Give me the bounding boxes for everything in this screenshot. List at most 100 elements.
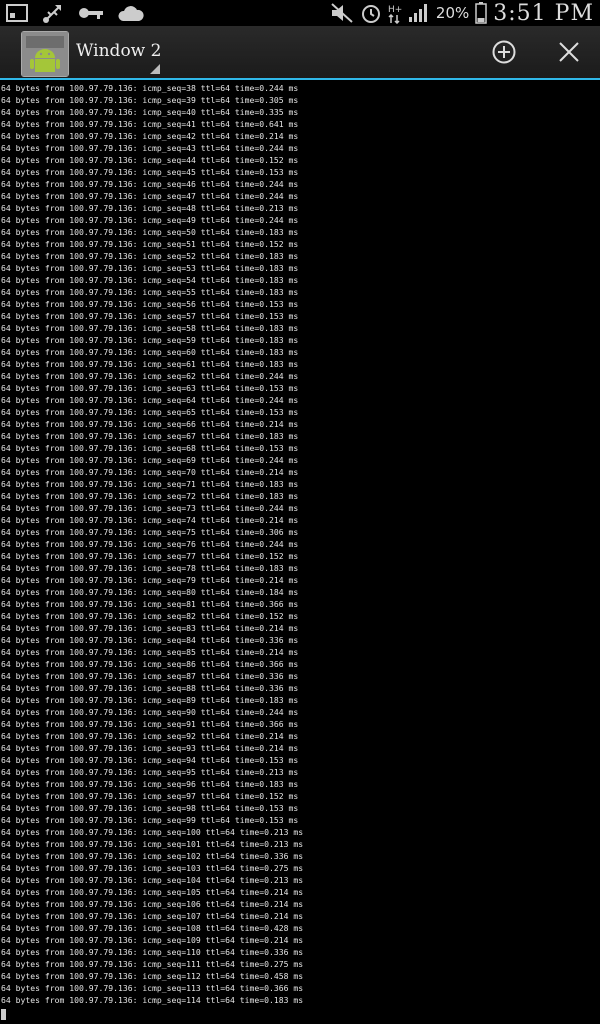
terminal-line: 64 bytes from 100.97.79.136: icmp_seq=59… xyxy=(1,335,299,345)
screen-icon xyxy=(6,4,28,22)
terminal-line: 64 bytes from 100.97.79.136: icmp_seq=10… xyxy=(1,863,304,873)
terminal-line: 64 bytes from 100.97.79.136: icmp_seq=57… xyxy=(1,311,299,321)
terminal-line: 64 bytes from 100.97.79.136: icmp_seq=73… xyxy=(1,503,299,513)
terminal-line: 64 bytes from 100.97.79.136: icmp_seq=11… xyxy=(1,971,304,981)
terminal-line: 64 bytes from 100.97.79.136: icmp_seq=84… xyxy=(1,635,299,645)
terminal-line: 64 bytes from 100.97.79.136: icmp_seq=65… xyxy=(1,407,299,417)
terminal-line: 64 bytes from 100.97.79.136: icmp_seq=78… xyxy=(1,563,299,573)
terminal-line: 64 bytes from 100.97.79.136: icmp_seq=39… xyxy=(1,95,299,105)
alarm-icon xyxy=(360,2,382,24)
terminal-line: 64 bytes from 100.97.79.136: icmp_seq=86… xyxy=(1,659,299,669)
system-indicators: H+ 20% 3:51 PM xyxy=(330,1,600,26)
terminal-line: 64 bytes from 100.97.79.136: icmp_seq=85… xyxy=(1,647,299,657)
android-app-icon[interactable] xyxy=(21,31,69,77)
terminal-line: 64 bytes from 100.97.79.136: icmp_seq=10… xyxy=(1,935,304,945)
terminal-line: 64 bytes from 100.97.79.136: icmp_seq=75… xyxy=(1,527,299,537)
terminal-line: 64 bytes from 100.97.79.136: icmp_seq=62… xyxy=(1,371,299,381)
terminal-line: 64 bytes from 100.97.79.136: icmp_seq=10… xyxy=(1,899,304,909)
terminal-line: 64 bytes from 100.97.79.136: icmp_seq=66… xyxy=(1,419,299,429)
terminal-line: 64 bytes from 100.97.79.136: icmp_seq=46… xyxy=(1,179,299,189)
terminal-line: 64 bytes from 100.97.79.136: icmp_seq=97… xyxy=(1,791,299,801)
terminal-line: 64 bytes from 100.97.79.136: icmp_seq=98… xyxy=(1,803,299,813)
terminal-line: 64 bytes from 100.97.79.136: icmp_seq=47… xyxy=(1,191,299,201)
terminal-line: 64 bytes from 100.97.79.136: icmp_seq=40… xyxy=(1,107,299,117)
key-icon xyxy=(78,6,104,20)
terminal-line: 64 bytes from 100.97.79.136: icmp_seq=90… xyxy=(1,707,299,717)
terminal-line: 64 bytes from 100.97.79.136: icmp_seq=43… xyxy=(1,143,299,153)
terminal-line: 64 bytes from 100.97.79.136: icmp_seq=64… xyxy=(1,395,299,405)
status-bar: H+ 20% 3:51 PM xyxy=(0,0,600,26)
terminal-line: 64 bytes from 100.97.79.136: icmp_seq=87… xyxy=(1,671,299,681)
data-arrows-icon: H+ xyxy=(388,2,402,24)
terminal-line: 64 bytes from 100.97.79.136: icmp_seq=72… xyxy=(1,491,299,501)
terminal-line: 64 bytes from 100.97.79.136: icmp_seq=44… xyxy=(1,155,299,165)
terminal-line: 64 bytes from 100.97.79.136: icmp_seq=94… xyxy=(1,755,299,765)
terminal-line: 64 bytes from 100.97.79.136: icmp_seq=10… xyxy=(1,911,304,921)
battery-percent: 20% xyxy=(435,4,470,22)
close-window-button[interactable] xyxy=(555,38,583,66)
terminal-line: 64 bytes from 100.97.79.136: icmp_seq=42… xyxy=(1,131,299,141)
terminal-line: 64 bytes from 100.97.79.136: icmp_seq=54… xyxy=(1,275,299,285)
terminal-line: 64 bytes from 100.97.79.136: icmp_seq=67… xyxy=(1,431,299,441)
terminal-line: 64 bytes from 100.97.79.136: icmp_seq=77… xyxy=(1,551,299,561)
add-window-icon xyxy=(492,40,516,64)
cloud-icon xyxy=(118,4,144,22)
terminal-line: 64 bytes from 100.97.79.136: icmp_seq=38… xyxy=(1,83,299,93)
window-title[interactable]: Window 2 xyxy=(76,41,161,61)
terminal-line: 64 bytes from 100.97.79.136: icmp_seq=91… xyxy=(1,719,299,729)
terminal-line: 64 bytes from 100.97.79.136: icmp_seq=50… xyxy=(1,227,299,237)
terminal-line: 64 bytes from 100.97.79.136: icmp_seq=53… xyxy=(1,263,299,273)
terminal-line: 64 bytes from 100.97.79.136: icmp_seq=51… xyxy=(1,239,299,249)
action-bar: Window 2 xyxy=(0,26,600,80)
terminal-line: 64 bytes from 100.97.79.136: icmp_seq=60… xyxy=(1,347,299,357)
terminal-line: 64 bytes from 100.97.79.136: icmp_seq=49… xyxy=(1,215,299,225)
mute-icon xyxy=(330,2,354,24)
terminal-line: 64 bytes from 100.97.79.136: icmp_seq=63… xyxy=(1,383,299,393)
terminal-line: 64 bytes from 100.97.79.136: icmp_seq=10… xyxy=(1,875,304,885)
terminal-line: 64 bytes from 100.97.79.136: icmp_seq=80… xyxy=(1,587,299,597)
terminal-line: 64 bytes from 100.97.79.136: icmp_seq=88… xyxy=(1,683,299,693)
terminal-line: 64 bytes from 100.97.79.136: icmp_seq=56… xyxy=(1,299,299,309)
clock: 3:51 PM xyxy=(493,0,594,26)
terminal-line: 64 bytes from 100.97.79.136: icmp_seq=10… xyxy=(1,839,304,849)
terminal-line: 64 bytes from 100.97.79.136: icmp_seq=11… xyxy=(1,995,304,1005)
terminal-line: 64 bytes from 100.97.79.136: icmp_seq=61… xyxy=(1,359,299,369)
terminal-line: 64 bytes from 100.97.79.136: icmp_seq=11… xyxy=(1,959,304,969)
terminal-line: 64 bytes from 100.97.79.136: icmp_seq=55… xyxy=(1,287,299,297)
terminal-line: 64 bytes from 100.97.79.136: icmp_seq=10… xyxy=(1,887,304,897)
terminal-line: 64 bytes from 100.97.79.136: icmp_seq=92… xyxy=(1,731,299,741)
terminal-line: 64 bytes from 100.97.79.136: icmp_seq=48… xyxy=(1,203,299,213)
svg-text:H+: H+ xyxy=(388,5,402,15)
terminal-line: 64 bytes from 100.97.79.136: icmp_seq=82… xyxy=(1,611,299,621)
terminal-line: 64 bytes from 100.97.79.136: icmp_seq=10… xyxy=(1,827,304,837)
terminal-line: 64 bytes from 100.97.79.136: icmp_seq=83… xyxy=(1,623,299,633)
terminal-line: 64 bytes from 100.97.79.136: icmp_seq=41… xyxy=(1,119,299,129)
notification-icons xyxy=(0,2,144,24)
terminal-line: 64 bytes from 100.97.79.136: icmp_seq=81… xyxy=(1,599,299,609)
battery-icon xyxy=(475,2,488,24)
terminal-line: 64 bytes from 100.97.79.136: icmp_seq=58… xyxy=(1,323,299,333)
terminal-line: 64 bytes from 100.97.79.136: icmp_seq=70… xyxy=(1,467,299,477)
terminal-line: 64 bytes from 100.97.79.136: icmp_seq=96… xyxy=(1,779,299,789)
terminal-line: 64 bytes from 100.97.79.136: icmp_seq=93… xyxy=(1,743,299,753)
terminal-line: 64 bytes from 100.97.79.136: icmp_seq=52… xyxy=(1,251,299,261)
terminal-line: 64 bytes from 100.97.79.136: icmp_seq=11… xyxy=(1,983,304,993)
terminal-line: 64 bytes from 100.97.79.136: icmp_seq=95… xyxy=(1,767,299,777)
terminal-line: 64 bytes from 100.97.79.136: icmp_seq=79… xyxy=(1,575,299,585)
terminal-line: 64 bytes from 100.97.79.136: icmp_seq=10… xyxy=(1,923,304,933)
signal-icon xyxy=(408,3,430,23)
terminal-line: 64 bytes from 100.97.79.136: icmp_seq=71… xyxy=(1,479,299,489)
terminal-line: 64 bytes from 100.97.79.136: icmp_seq=74… xyxy=(1,515,299,525)
terminal-line: 64 bytes from 100.97.79.136: icmp_seq=69… xyxy=(1,455,299,465)
terminal-cursor xyxy=(1,1009,6,1020)
terminal-line: 64 bytes from 100.97.79.136: icmp_seq=89… xyxy=(1,695,299,705)
add-window-button[interactable] xyxy=(490,38,518,66)
terminal-line: 64 bytes from 100.97.79.136: icmp_seq=99… xyxy=(1,815,299,825)
close-window-icon xyxy=(559,42,579,62)
terminal-output[interactable]: 64 bytes from 100.97.79.136: icmp_seq=38… xyxy=(0,82,600,1020)
window-dropdown-indicator[interactable] xyxy=(150,64,160,74)
terminal-line: 64 bytes from 100.97.79.136: icmp_seq=11… xyxy=(1,947,304,957)
terminal-line: 64 bytes from 100.97.79.136: icmp_seq=68… xyxy=(1,443,299,453)
terminal-line: 64 bytes from 100.97.79.136: icmp_seq=76… xyxy=(1,539,299,549)
terminal-line: 64 bytes from 100.97.79.136: icmp_seq=10… xyxy=(1,851,304,861)
